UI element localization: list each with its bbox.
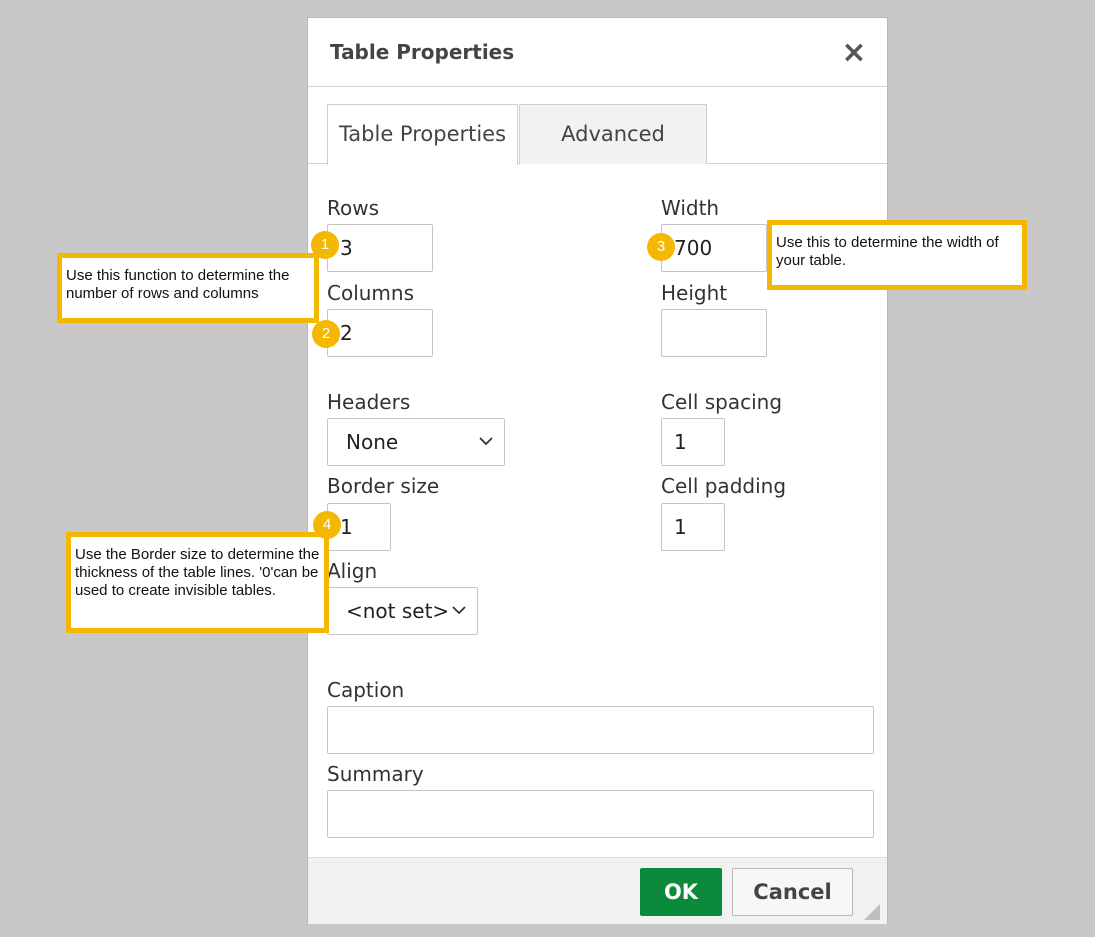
summary-input[interactable] <box>327 790 874 838</box>
chevron-down-icon <box>479 437 493 446</box>
columns-label: Columns <box>327 281 415 305</box>
cell-spacing-label: Cell spacing <box>661 390 783 414</box>
summary-label: Summary <box>327 762 424 786</box>
callout-width: Use this to determine the width of your … <box>767 220 1027 290</box>
align-label: Align <box>327 559 378 583</box>
dialog-footer: OK Cancel <box>308 857 887 924</box>
tab-bar: Table Properties Advanced <box>308 87 887 165</box>
tab-advanced[interactable]: Advanced <box>519 104 707 164</box>
width-input[interactable]: 700 <box>661 224 767 272</box>
columns-input[interactable]: 2 <box>327 309 433 357</box>
callout-rows-columns: Use this function to determine the numbe… <box>57 253 319 323</box>
ok-button[interactable]: OK <box>640 868 722 916</box>
close-icon[interactable]: × <box>841 38 867 68</box>
cell-spacing-input[interactable]: 1 <box>661 418 725 466</box>
annotation-badge-2: 2 <box>312 320 340 348</box>
cancel-button[interactable]: Cancel <box>732 868 853 916</box>
align-select-value: <not set> <box>346 599 450 623</box>
resize-grip-icon[interactable] <box>864 904 880 920</box>
headers-select-value: None <box>346 430 399 454</box>
chevron-down-icon <box>452 606 466 615</box>
rows-input[interactable]: 3 <box>327 224 433 272</box>
height-label: Height <box>661 281 728 305</box>
annotation-badge-4: 4 <box>313 511 341 539</box>
align-select[interactable]: <not set> <box>327 587 478 635</box>
height-input[interactable] <box>661 309 767 357</box>
dialog-titlebar: Table Properties × <box>308 18 887 87</box>
dialog-title: Table Properties <box>330 40 515 64</box>
cell-padding-input[interactable]: 1 <box>661 503 725 551</box>
annotation-badge-1: 1 <box>311 231 339 259</box>
caption-input[interactable] <box>327 706 874 754</box>
rows-label: Rows <box>327 196 380 220</box>
table-properties-dialog: Table Properties × Table Properties Adva… <box>307 17 888 924</box>
caption-label: Caption <box>327 678 405 702</box>
headers-select[interactable]: None <box>327 418 505 466</box>
border-size-label: Border size <box>327 474 440 498</box>
headers-label: Headers <box>327 390 411 414</box>
tab-table-properties[interactable]: Table Properties <box>327 104 518 165</box>
width-label: Width <box>661 196 720 220</box>
cell-padding-label: Cell padding <box>661 474 787 498</box>
callout-border-size: Use the Border size to determine the thi… <box>66 532 329 633</box>
annotation-badge-3: 3 <box>647 233 675 261</box>
